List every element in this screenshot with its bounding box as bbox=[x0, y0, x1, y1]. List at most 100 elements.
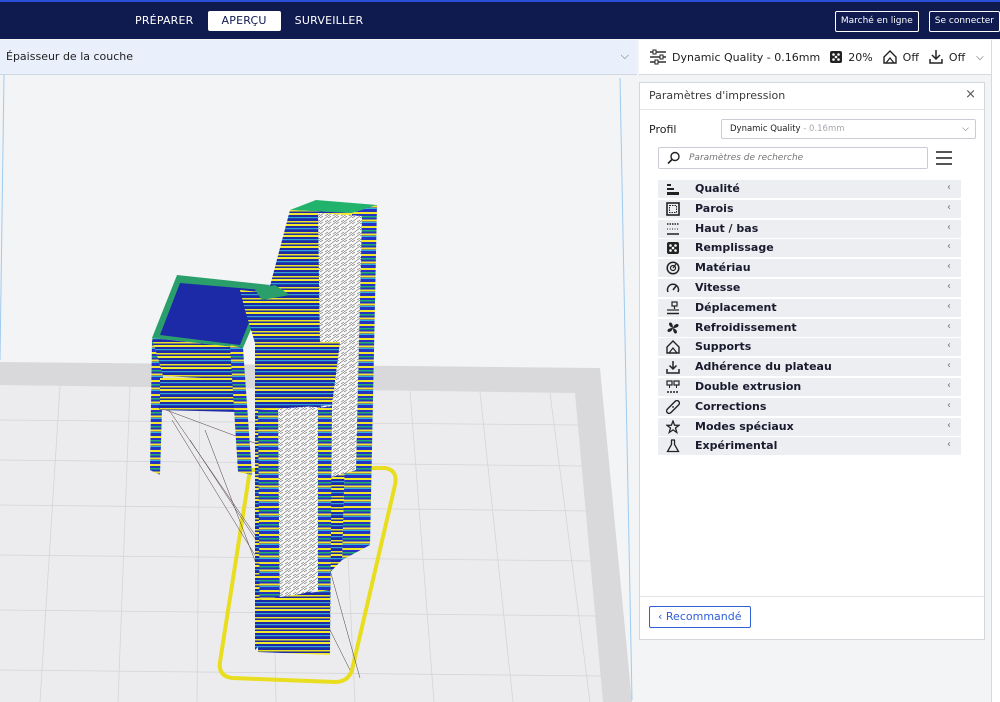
support-summary: Off bbox=[882, 49, 919, 65]
profile-summary-text: Dynamic Quality - 0.16mm bbox=[672, 50, 821, 64]
top-bar: PRÉPARER APERÇU SURVEILLER Marché en lig… bbox=[0, 0, 1000, 39]
panel-header: Paramètres d'impression × bbox=[640, 83, 984, 110]
category-label: Refroidissement bbox=[695, 320, 797, 334]
infill-summary: 20% bbox=[829, 50, 873, 64]
support-icon bbox=[666, 340, 680, 355]
chevron-left-icon: ‹ bbox=[947, 201, 951, 213]
panel-title: Paramètres d'impression bbox=[649, 89, 786, 102]
chevron-left-icon: ‹ bbox=[947, 360, 951, 372]
chevron-left-icon: ‹ bbox=[947, 439, 951, 451]
category-speed[interactable]: Vitesse ‹ bbox=[658, 278, 961, 297]
category-label: Corrections bbox=[695, 399, 767, 413]
search-icon bbox=[667, 151, 680, 165]
panel-footer: ‹ Recommandé bbox=[640, 596, 984, 639]
category-label: Double extrusion bbox=[695, 379, 802, 393]
profile-summary: Dynamic Quality - 0.16mm bbox=[649, 49, 820, 65]
chevron-left-icon: ‹ bbox=[947, 261, 951, 273]
category-label: Vitesse bbox=[695, 280, 741, 294]
category-label: Parois bbox=[695, 201, 734, 215]
category-infill[interactable]: Remplissage ‹ bbox=[658, 239, 961, 258]
print-settings-panel: Paramètres d'impression × Profil Dynamic… bbox=[639, 82, 985, 640]
category-walls[interactable]: Parois ‹ bbox=[658, 199, 961, 218]
chevron-left-icon: ‹ bbox=[947, 320, 951, 332]
print-setup-summary[interactable]: Dynamic Quality - 0.16mm 20% Off Off ⌵ bbox=[639, 40, 991, 75]
walls-icon bbox=[666, 201, 680, 216]
category-support[interactable]: Supports ‹ bbox=[658, 338, 961, 357]
profile-select[interactable]: Dynamic Quality - 0.16mm ⌵ bbox=[721, 119, 976, 139]
close-icon[interactable]: × bbox=[965, 87, 976, 102]
tab-monitor[interactable]: SURVEILLER bbox=[281, 11, 378, 31]
category-cooling[interactable]: Refroidissement ‹ bbox=[658, 318, 961, 337]
category-label: Modes spéciaux bbox=[695, 419, 794, 433]
profile-select-value: Dynamic Quality bbox=[730, 124, 801, 134]
support-summary-text: Off bbox=[902, 50, 919, 64]
infill-icon bbox=[830, 51, 843, 63]
category-label: Déplacement bbox=[695, 300, 777, 314]
chevron-down-icon: ⌵ bbox=[962, 124, 969, 134]
infill-summary-text: 20% bbox=[848, 50, 873, 64]
category-label: Matériau bbox=[695, 261, 751, 275]
tab-prepare[interactable]: PRÉPARER bbox=[121, 11, 208, 31]
speed-icon bbox=[666, 283, 680, 293]
category-special-modes[interactable]: Modes spéciaux ‹ bbox=[658, 417, 961, 436]
adhesion-summary-text: Off bbox=[948, 50, 966, 64]
experimental-icon bbox=[666, 439, 680, 453]
chevron-left-icon: ‹ bbox=[947, 379, 951, 391]
profile-label: Profil bbox=[649, 123, 677, 136]
category-label: Qualité bbox=[695, 182, 740, 195]
top-right-actions: Marché en ligne Se connecter bbox=[834, 11, 1000, 32]
chevron-left-icon: ‹ bbox=[947, 182, 951, 193]
top-bottom-icon bbox=[667, 222, 679, 235]
stage-tabs: PRÉPARER APERÇU SURVEILLER bbox=[121, 11, 377, 31]
chevron-down-icon: ⌵ bbox=[976, 51, 984, 63]
settings-category-list: Qualité ‹ Parois ‹ Haut / bas ‹ Rempliss… bbox=[658, 180, 961, 457]
category-label: Supports bbox=[695, 340, 752, 354]
chevron-left-icon: ‹ bbox=[947, 241, 951, 253]
color-scheme-label: Épaisseur de la couche bbox=[6, 50, 134, 63]
chevron-left-icon: ‹ bbox=[947, 221, 951, 233]
chevron-left-icon: ‹ bbox=[658, 610, 666, 623]
infill-icon bbox=[667, 242, 679, 255]
category-top-bottom[interactable]: Haut / bas ‹ bbox=[658, 219, 961, 238]
chevron-left-icon: ‹ bbox=[947, 340, 951, 352]
category-label: Remplissage bbox=[695, 241, 774, 255]
chevron-left-icon: ‹ bbox=[947, 300, 951, 312]
profile-row: Profil Dynamic Quality - 0.16mm ⌵ bbox=[640, 119, 984, 141]
adhesion-icon bbox=[666, 361, 680, 374]
dual-extrusion-icon bbox=[666, 380, 680, 393]
category-fixes[interactable]: Corrections ‹ bbox=[658, 397, 961, 416]
category-material[interactable]: Matériau ‹ bbox=[658, 259, 961, 278]
chevron-left-icon: ‹ bbox=[947, 419, 951, 431]
sign-in-button[interactable]: Se connecter bbox=[928, 11, 1000, 32]
recommended-button[interactable]: ‹ Recommandé bbox=[649, 606, 751, 628]
settings-search bbox=[658, 147, 928, 169]
category-quality[interactable]: Qualité ‹ bbox=[658, 180, 961, 198]
travel-icon bbox=[667, 301, 679, 315]
category-adhesion[interactable]: Adhérence du plateau ‹ bbox=[658, 358, 961, 377]
search-input[interactable] bbox=[689, 149, 921, 167]
color-scheme-dropdown[interactable]: Épaisseur de la couche ⌵ bbox=[0, 40, 637, 75]
category-experimental[interactable]: Expérimental ‹ bbox=[658, 437, 961, 456]
category-label: Adhérence du plateau bbox=[695, 360, 832, 374]
cooling-fan-icon bbox=[667, 322, 679, 334]
category-travel[interactable]: Déplacement ‹ bbox=[658, 298, 961, 317]
profile-select-suffix: - 0.16mm bbox=[800, 124, 845, 134]
chevron-left-icon: ‹ bbox=[947, 399, 951, 411]
tab-preview[interactable]: APERÇU bbox=[207, 11, 281, 31]
marketplace-button[interactable]: Marché en ligne bbox=[834, 11, 919, 32]
support-icon bbox=[882, 50, 897, 64]
category-dual-extrusion[interactable]: Double extrusion ‹ bbox=[658, 377, 961, 396]
adhesion-icon bbox=[929, 50, 943, 64]
right-edge-panel bbox=[991, 40, 1000, 702]
settings-visibility-menu-icon[interactable] bbox=[936, 151, 952, 165]
fixes-icon bbox=[666, 399, 680, 414]
sliders-icon bbox=[650, 49, 666, 65]
special-modes-icon bbox=[666, 419, 680, 434]
recommended-button-label: Recommandé bbox=[665, 610, 742, 623]
chevron-left-icon: ‹ bbox=[947, 280, 951, 292]
chevron-down-icon: ⌵ bbox=[620, 49, 629, 62]
quality-icon bbox=[667, 184, 679, 195]
material-icon bbox=[666, 261, 680, 275]
category-label: Expérimental bbox=[695, 439, 778, 453]
category-label: Haut / bas bbox=[695, 221, 759, 235]
